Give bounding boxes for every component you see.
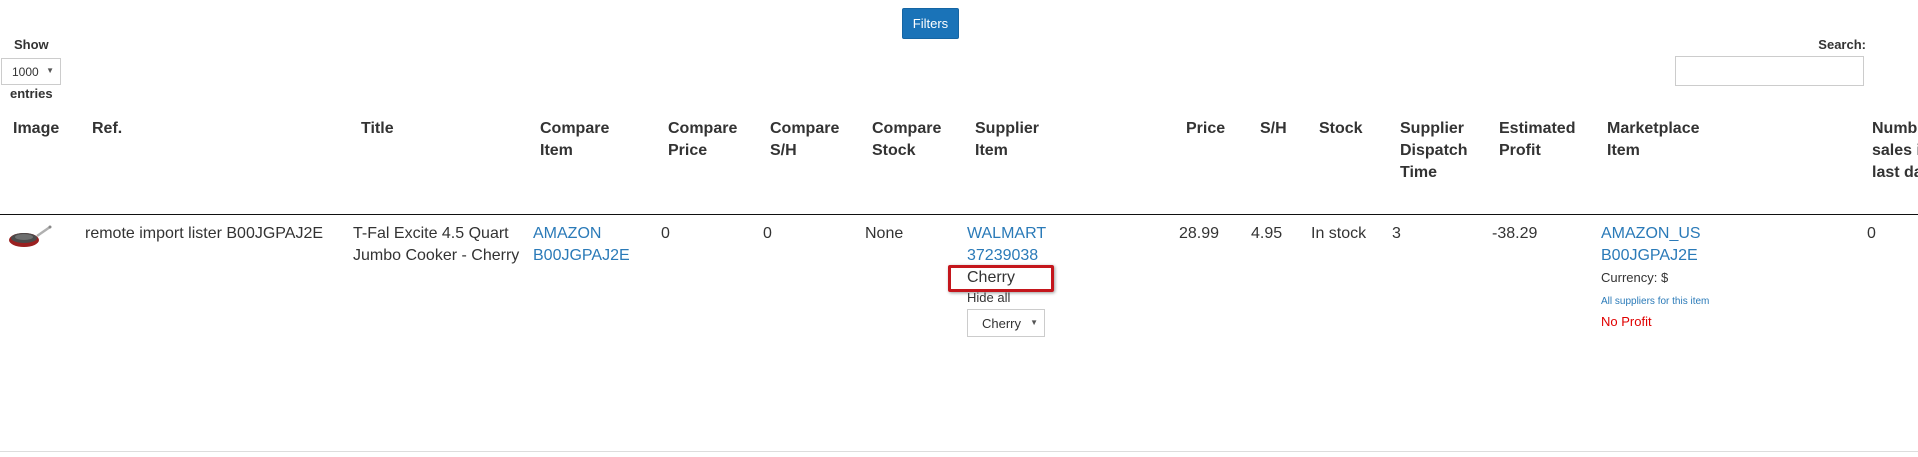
row-compare-sh: 0 — [763, 225, 772, 242]
col-header-compare-sh[interactable]: Compare S/H — [770, 118, 850, 162]
col-header-stock[interactable]: Stock — [1319, 118, 1363, 140]
table-header-divider — [0, 214, 1918, 215]
col-header-compare-item[interactable]: Compare Item — [540, 118, 630, 162]
col-header-estimated-profit[interactable]: Estimated Profit — [1499, 118, 1589, 162]
row-sales-count: 0 — [1867, 225, 1876, 242]
compare-item-id-link[interactable]: B00JGPAJ2E — [533, 247, 630, 264]
currency-label: Currency: $ — [1601, 270, 1669, 285]
row-compare-item: AMAZON B00JGPAJ2E — [533, 223, 643, 267]
entries-select-value: 1000 — [12, 64, 39, 79]
row-supplier-item: WALMART 37239038 — [967, 223, 1077, 267]
hide-all-label[interactable]: Hide all — [967, 290, 1010, 306]
col-header-compare-price[interactable]: Compare Price — [668, 118, 758, 162]
row-estimated-profit: -38.29 — [1492, 225, 1538, 242]
col-header-price[interactable]: Price — [1186, 118, 1225, 140]
pan-product-icon — [9, 225, 52, 247]
col-header-ref[interactable]: Ref. — [92, 118, 122, 140]
variant-select-value: Cherry — [982, 315, 1022, 331]
row-compare-stock: None — [865, 225, 904, 242]
row-marketplace-item: AMAZON_US B00JGPAJ2E Currency: $ All sup… — [1601, 223, 1801, 333]
entries-label: entries — [10, 86, 53, 101]
col-header-sh[interactable]: S/H — [1260, 118, 1287, 140]
entries-select[interactable]: 1000 ▼ — [1, 58, 61, 85]
row-sh: 4.95 — [1251, 225, 1283, 242]
row-ref: remote import lister B00JGPAJ2E — [85, 225, 324, 242]
marketplace-source-link[interactable]: AMAZON_US — [1601, 225, 1701, 242]
search-label: Search: — [1818, 37, 1866, 52]
all-suppliers-link[interactable]: All suppliers for this item — [1601, 296, 1709, 307]
col-header-supplier-item[interactable]: Supplier Item — [975, 118, 1055, 162]
filters-button[interactable]: Filters — [902, 8, 959, 39]
compare-item-source-link[interactable]: AMAZON — [533, 225, 601, 242]
show-label: Show — [14, 37, 49, 52]
col-header-image[interactable]: Image — [13, 118, 59, 140]
profit-status-label: No Profit — [1601, 314, 1652, 329]
row-stock: In stock — [1311, 225, 1367, 242]
col-header-dispatch-time[interactable]: Supplier Dispatch Time — [1400, 118, 1480, 184]
col-header-title[interactable]: Title — [361, 118, 394, 140]
chevron-down-icon: ▼ — [46, 66, 54, 75]
variant-select[interactable]: Cherry ▼ — [967, 309, 1045, 337]
row-compare-price: 0 — [661, 225, 670, 242]
supplier-item-id-link[interactable]: 37239038 — [967, 247, 1038, 264]
col-header-sales[interactable]: Number of sales in last days — [1872, 118, 1918, 184]
table-bottom-divider — [0, 451, 1918, 452]
col-header-compare-stock[interactable]: Compare Stock — [872, 118, 952, 162]
row-dispatch-time: 3 — [1392, 225, 1401, 242]
col-header-marketplace-item[interactable]: Marketplace Item — [1607, 118, 1717, 162]
supplier-variant-text: Cherry — [967, 269, 1016, 286]
supplier-item-source-link[interactable]: WALMART — [967, 225, 1046, 242]
row-price: 28.99 — [1179, 225, 1220, 242]
search-input[interactable] — [1675, 56, 1864, 86]
marketplace-id-link[interactable]: B00JGPAJ2E — [1601, 247, 1698, 264]
row-title: T-Fal Excite 4.5 Quart Jumbo Cooker - Ch… — [353, 225, 520, 264]
chevron-down-icon: ▼ — [1030, 318, 1038, 327]
